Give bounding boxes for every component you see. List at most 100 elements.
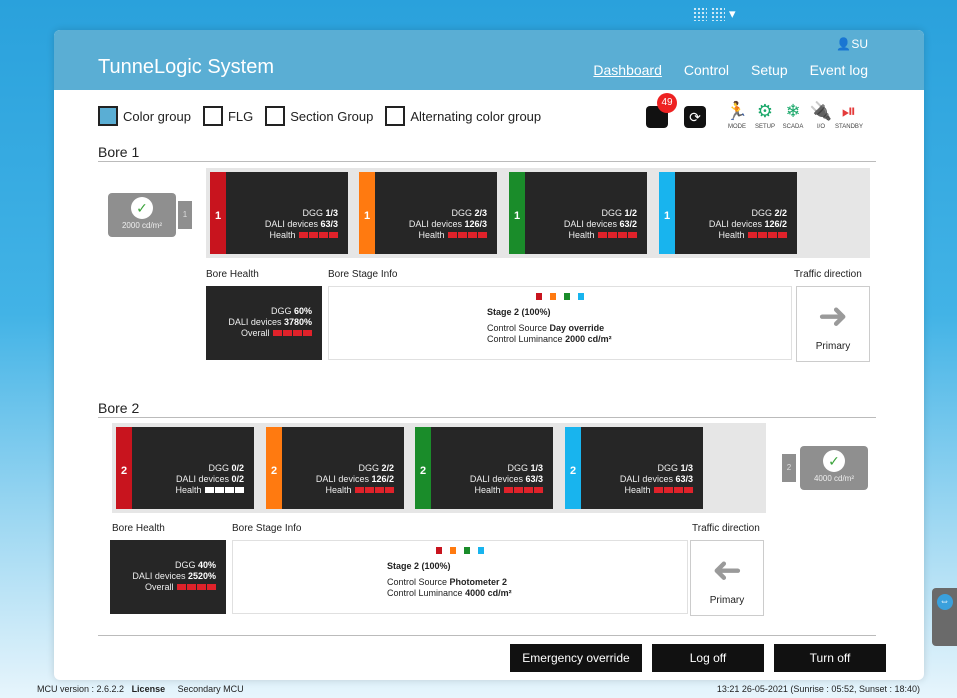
section-group-option[interactable]: Section Group: [265, 106, 373, 126]
setup-tool[interactable]: ⚙ SETUP: [754, 100, 776, 130]
bore2-title: Bore 2: [98, 400, 140, 416]
side-panel-toggle[interactable]: ⇔: [932, 588, 957, 646]
secondary-mcu: Secondary MCU: [177, 684, 244, 694]
flg-checkbox[interactable]: [202, 106, 223, 126]
stage-title: Stage 2 (100%): [487, 307, 551, 317]
nav-event-log[interactable]: Event log: [810, 62, 868, 78]
header: TunneLogic System 👤SU Dashboard Control …: [54, 30, 924, 90]
color-group-option[interactable]: Color group: [98, 106, 191, 126]
log-off-button[interactable]: Log off: [652, 644, 764, 672]
bore2-health-panel: DGG 40% DALI devices 2520% Overall: [110, 540, 226, 614]
stage-title: Stage 2 (100%): [387, 561, 451, 571]
app-window: TunneLogic System 👤SU Dashboard Control …: [54, 30, 924, 680]
section-group-checkbox[interactable]: [265, 106, 286, 126]
bore2-traffic-direction[interactable]: ➜ Primary: [690, 540, 764, 616]
dgg-label: DGG: [751, 208, 772, 218]
section-group-label: Section Group: [290, 108, 374, 124]
dgg-label: DGG: [657, 463, 678, 473]
mcu-version: MCU version : 2.6.2.2: [37, 684, 125, 694]
stage-info: Stage 2 (100%) Control Source Photometer…: [387, 561, 512, 599]
scada-tool[interactable]: ❄ SCADA: [782, 100, 804, 130]
dgg-value: 60%: [293, 306, 312, 316]
section-number: 2: [420, 465, 427, 477]
dgg-label: DGG: [507, 463, 528, 473]
bore2-stage-panel: Stage 2 (100%) Control Source Photometer…: [232, 540, 688, 614]
section-stats: DGG 0/2 DALI devices 0/2 Health: [175, 463, 244, 496]
section-stats: DGG 1/2 DALI devices 63/2 Health: [564, 208, 637, 241]
dali-label: DALI devices: [175, 474, 229, 484]
section-number: 1: [664, 210, 671, 222]
bore2-luminance-indicator[interactable]: ✓ 4000 cd/m²: [800, 446, 868, 490]
control-source-value: Photometer 2: [449, 577, 508, 587]
health-label: Health: [624, 485, 651, 495]
dgg-value: 1/2: [624, 208, 637, 218]
divider: [98, 161, 876, 162]
stage-color-squares: [233, 547, 687, 554]
health-bar: [204, 485, 244, 496]
nav-dashboard[interactable]: Dashboard: [593, 62, 662, 78]
section-stats: DGG 2/2 DALI devices 126/2 Health: [709, 208, 787, 241]
chevron-down-icon[interactable]: ▾: [729, 6, 736, 22]
color-group-checkbox[interactable]: [98, 106, 118, 126]
bore2-section-card[interactable]: 2 DGG 0/2 DALI devices 0/2 Health: [116, 427, 254, 509]
check-icon: ✓: [823, 450, 845, 472]
dali-label: DALI devices: [708, 219, 762, 229]
dali-value: 126/2: [764, 219, 787, 229]
arrow-right-icon: ➜: [817, 295, 849, 336]
grid-icon[interactable]: [693, 7, 707, 21]
section-number: 2: [121, 465, 128, 477]
bore2-section-card[interactable]: 2 DGG 1/3 DALI devices 63/3 Health: [565, 427, 703, 509]
divider: [98, 635, 876, 636]
emergency-override-button[interactable]: Emergency override: [510, 644, 642, 672]
dali-label: DALI devices: [264, 219, 318, 229]
section-stats: DGG 2/2 DALI devices 126/2 Health: [316, 463, 394, 496]
dali-label: DALI devices: [228, 317, 282, 327]
sync-icon[interactable]: ⟳: [684, 106, 706, 128]
alternating-color-group-option[interactable]: Alternating color group: [385, 106, 541, 126]
dali-label: DALI devices: [408, 219, 462, 229]
bore-stage-label: Bore Stage Info: [328, 269, 398, 280]
overall-health-bar: [272, 328, 312, 339]
nav-setup[interactable]: Setup: [751, 62, 788, 78]
bore2-section-card[interactable]: 2 DGG 1/3 DALI devices 63/3 Health: [415, 427, 553, 509]
action-buttons: Emergency override Log off Turn off: [510, 644, 886, 672]
bore1-section-card[interactable]: 1 DGG 2/2 DALI devices 126/2 Health: [659, 172, 797, 254]
bore1-luminance-indicator[interactable]: ✓ 2000 cd/m²: [108, 193, 176, 237]
health-label: Health: [568, 230, 595, 240]
bore1-section-card[interactable]: 1 DGG 1/2 DALI devices 63/2 Health: [509, 172, 647, 254]
bore1-section-card[interactable]: 1 DGG 2/3 DALI devices 126/3 Health: [359, 172, 497, 254]
license-link[interactable]: License: [132, 684, 166, 694]
nav-control[interactable]: Control: [684, 62, 729, 78]
window-control-strip[interactable]: ▾: [693, 4, 741, 24]
bore1-section-card[interactable]: 1 DGG 1/3 DALI devices 63/3 Health: [210, 172, 348, 254]
alternating-group-checkbox[interactable]: [385, 106, 406, 126]
user-name: SU: [851, 37, 868, 51]
overall-label: Overall: [240, 328, 270, 338]
io-tool[interactable]: 🔌 I/O: [810, 100, 832, 130]
standby-label: STANDBY: [835, 124, 863, 130]
dali-value: 63/2: [619, 219, 637, 229]
resize-icon[interactable]: [711, 7, 725, 21]
health-label: Health: [418, 230, 445, 240]
health-bar: [354, 485, 394, 496]
dali-value: 126/3: [464, 219, 487, 229]
health-label: Health: [325, 485, 352, 495]
traffic-direction-label: Traffic direction: [794, 269, 862, 280]
arrow-left-icon: ➜: [711, 549, 743, 590]
standby-icon: ⏯: [841, 101, 857, 121]
bore2-section-card[interactable]: 2 DGG 2/2 DALI devices 126/2 Health: [266, 427, 404, 509]
group-selector: Color group FLG Section Group Alternatin…: [98, 106, 545, 126]
bore1-traffic-direction[interactable]: ➜ Primary: [796, 286, 870, 362]
health-label: Health: [718, 230, 745, 240]
dali-label: DALI devices: [315, 474, 369, 484]
flg-option[interactable]: FLG: [202, 106, 253, 126]
bore-health-label: Bore Health: [206, 269, 259, 280]
user-badge[interactable]: 👤SU: [836, 37, 868, 51]
check-icon: ✓: [131, 197, 153, 219]
health-label: Health: [269, 230, 296, 240]
standby-tool[interactable]: ⏯ STANDBY: [835, 100, 863, 130]
turn-off-button[interactable]: Turn off: [774, 644, 886, 672]
plug-icon: 🔌: [809, 101, 833, 121]
health-bar: [298, 230, 338, 241]
mode-tool[interactable]: 🏃 MODE: [726, 100, 748, 130]
